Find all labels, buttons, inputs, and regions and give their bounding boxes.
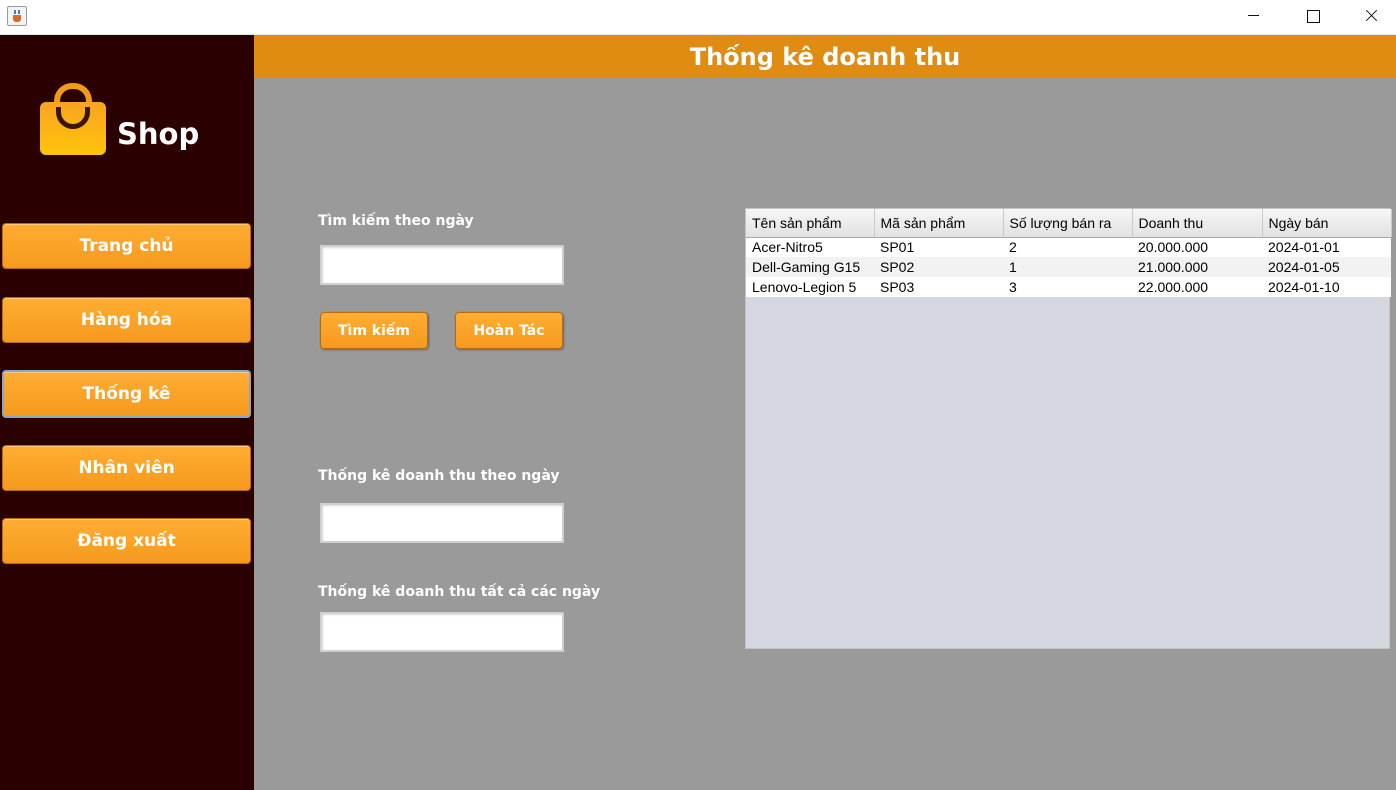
search-date-input[interactable] bbox=[320, 245, 564, 285]
page-title: Thống kê doanh thu bbox=[254, 35, 1396, 78]
table-header-row: Tên sản phẩm Mã sản phẩm Số lượng bán ra… bbox=[746, 209, 1392, 238]
table-cell: 22.000.000 bbox=[1132, 277, 1262, 297]
table-row[interactable]: Lenovo-Legion 5 SP03 3 22.000.000 2024-0… bbox=[746, 277, 1391, 297]
table-cell: 3 bbox=[1003, 277, 1132, 297]
revenue-table[interactable]: Tên sản phẩm Mã sản phẩm Số lượng bán ra… bbox=[745, 208, 1392, 649]
table-cell: 1 bbox=[1003, 257, 1132, 277]
revenue-by-day-field[interactable] bbox=[320, 503, 564, 543]
table-row[interactable]: Acer-Nitro5 SP01 2 20.000.000 2024-01-01 bbox=[746, 237, 1391, 257]
close-icon[interactable] bbox=[1342, 0, 1396, 32]
search-date-label: Tìm kiếm theo ngày bbox=[318, 213, 474, 229]
table-cell: 2 bbox=[1003, 237, 1132, 257]
table-cell: 21.000.000 bbox=[1132, 257, 1262, 277]
nav-button-hang-hoa[interactable]: Hàng hóa bbox=[2, 297, 251, 343]
table-cell: 2024-01-05 bbox=[1262, 257, 1391, 277]
table-cell: Lenovo-Legion 5 bbox=[746, 277, 874, 297]
table-cell: Dell-Gaming G15 bbox=[746, 257, 874, 277]
column-header-ngay-ban[interactable]: Ngày bán bbox=[1262, 209, 1392, 238]
table-cell: 2024-01-10 bbox=[1262, 277, 1391, 297]
nav-button-nhan-vien[interactable]: Nhân viên bbox=[2, 445, 251, 491]
table-cell: 20.000.000 bbox=[1132, 237, 1262, 257]
undo-button[interactable]: Hoàn Tác bbox=[455, 312, 563, 349]
table-cell: SP03 bbox=[874, 277, 1003, 297]
minimize-icon[interactable] bbox=[1224, 0, 1282, 32]
column-header-ten-san-pham[interactable]: Tên sản phẩm bbox=[746, 209, 875, 238]
column-header-doanh-thu[interactable]: Doanh thu bbox=[1132, 209, 1263, 238]
column-header-so-luong-ban-ra[interactable]: Số lượng bán ra bbox=[1003, 209, 1133, 238]
search-button[interactable]: Tìm kiếm bbox=[320, 312, 428, 349]
revenue-all-days-label: Thống kê doanh thu tất cả các ngày bbox=[318, 584, 601, 600]
java-cup-icon bbox=[7, 6, 27, 26]
column-header-ma-san-pham[interactable]: Mã sản phẩm bbox=[874, 209, 1004, 238]
maximize-icon[interactable] bbox=[1284, 0, 1342, 32]
table-cell: SP02 bbox=[874, 257, 1003, 277]
revenue-by-day-label: Thống kê doanh thu theo ngày bbox=[318, 468, 560, 484]
sidebar: Shop Trang chủ Hàng hóa Thống kê Nhân vi… bbox=[0, 35, 254, 790]
revenue-all-days-field[interactable] bbox=[320, 612, 564, 652]
table-cell: 2024-01-01 bbox=[1262, 237, 1391, 257]
nav-button-thong-ke[interactable]: Thống kê bbox=[2, 370, 251, 418]
table-row[interactable]: Dell-Gaming G15 SP02 1 21.000.000 2024-0… bbox=[746, 257, 1391, 277]
nav-button-dang-xuat[interactable]: Đăng xuất bbox=[2, 518, 251, 564]
logo-text: Shop bbox=[117, 117, 200, 151]
table-cell: Acer-Nitro5 bbox=[746, 237, 874, 257]
window-titlebar bbox=[0, 0, 1396, 35]
table-cell: SP01 bbox=[874, 237, 1003, 257]
nav-button-trang-chu[interactable]: Trang chủ bbox=[2, 223, 251, 269]
